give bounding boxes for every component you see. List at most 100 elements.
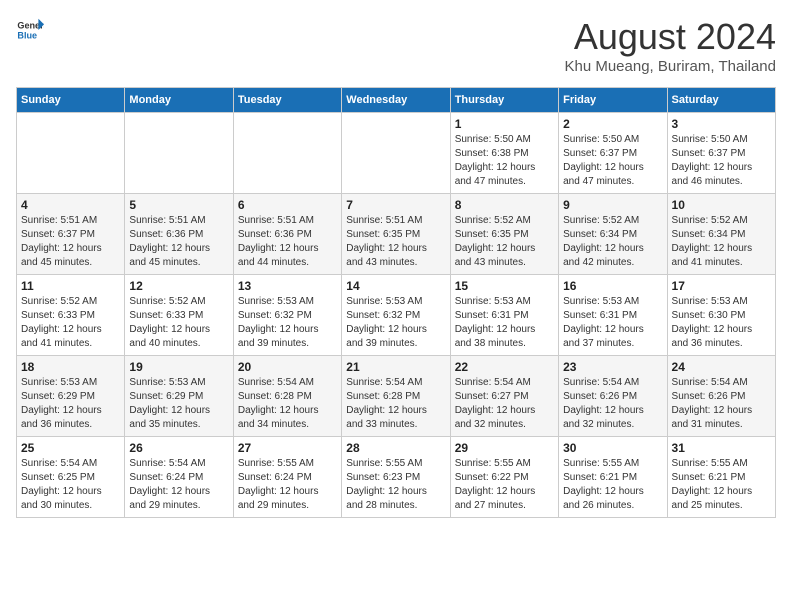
calendar-cell: 28 Sunrise: 5:55 AM Sunset: 6:23 PM Dayli…	[342, 437, 450, 518]
calendar-cell: 27 Sunrise: 5:55 AM Sunset: 6:24 PM Dayli…	[233, 437, 341, 518]
day-number: 31	[672, 441, 771, 455]
calendar-cell: 25 Sunrise: 5:54 AM Sunset: 6:25 PM Dayli…	[17, 437, 125, 518]
calendar-week-row: 4Sunrise: 5:51 AM Sunset: 6:37 PM Daylig…	[17, 194, 776, 275]
calendar-cell: 24 Sunrise: 5:54 AM Sunset: 6:26 PM Dayli…	[667, 356, 775, 437]
day-info: Sunrise: 5:51 AM Sunset: 6:35 PM Dayligh…	[346, 214, 445, 270]
calendar-week-row: 11 Sunrise: 5:52 AM Sunset: 6:33 PM Dayli…	[17, 275, 776, 356]
day-info: Sunrise: 5:53 AM Sunset: 6:31 PM Dayligh…	[563, 295, 662, 351]
weekday-header-sunday: Sunday	[17, 88, 125, 113]
day-number: 20	[238, 360, 337, 374]
calendar-cell: 29 Sunrise: 5:55 AM Sunset: 6:22 PM Dayli…	[450, 437, 558, 518]
day-info: Sunrise: 5:54 AM Sunset: 6:26 PM Dayligh…	[672, 376, 771, 432]
day-number: 10	[672, 198, 771, 212]
day-number: 25	[21, 441, 120, 455]
weekday-header-thursday: Thursday	[450, 88, 558, 113]
day-number: 6	[238, 198, 337, 212]
day-number: 1	[455, 117, 554, 131]
calendar-cell: 23 Sunrise: 5:54 AM Sunset: 6:26 PM Dayli…	[559, 356, 667, 437]
day-info: Sunrise: 5:51 AM Sunset: 6:36 PM Dayligh…	[129, 214, 228, 270]
weekday-header-friday: Friday	[559, 88, 667, 113]
day-number: 3	[672, 117, 771, 131]
calendar-cell: 1 Sunrise: 5:50 AM Sunset: 6:38 PM Daylig…	[450, 113, 558, 194]
day-info: Sunrise: 5:55 AM Sunset: 6:22 PM Dayligh…	[455, 457, 554, 513]
day-number: 9	[563, 198, 662, 212]
day-number: 13	[238, 279, 337, 293]
day-number: 5	[129, 198, 228, 212]
day-number: 11	[21, 279, 120, 293]
page-header: General Blue August 2024 Khu Mueang, Bur…	[16, 16, 776, 75]
day-number: 17	[672, 279, 771, 293]
day-number: 27	[238, 441, 337, 455]
calendar-cell: 8 Sunrise: 5:52 AM Sunset: 6:35 PM Daylig…	[450, 194, 558, 275]
day-number: 8	[455, 198, 554, 212]
day-number: 23	[563, 360, 662, 374]
day-number: 26	[129, 441, 228, 455]
calendar-cell: 3Sunrise: 5:50 AM Sunset: 6:37 PM Daylig…	[667, 113, 775, 194]
weekday-header-monday: Monday	[125, 88, 233, 113]
day-info: Sunrise: 5:52 AM Sunset: 6:33 PM Dayligh…	[21, 295, 120, 351]
calendar-week-row: 25 Sunrise: 5:54 AM Sunset: 6:25 PM Dayli…	[17, 437, 776, 518]
day-info: Sunrise: 5:53 AM Sunset: 6:32 PM Dayligh…	[238, 295, 337, 351]
calendar-cell: 15 Sunrise: 5:53 AM Sunset: 6:31 PM Dayli…	[450, 275, 558, 356]
calendar-cell: 20 Sunrise: 5:54 AM Sunset: 6:28 PM Dayli…	[233, 356, 341, 437]
day-number: 14	[346, 279, 445, 293]
title-block: August 2024 Khu Mueang, Buriram, Thailan…	[564, 16, 776, 75]
day-number: 19	[129, 360, 228, 374]
day-info: Sunrise: 5:54 AM Sunset: 6:28 PM Dayligh…	[346, 376, 445, 432]
calendar-cell: 19 Sunrise: 5:53 AM Sunset: 6:29 PM Dayli…	[125, 356, 233, 437]
day-number: 16	[563, 279, 662, 293]
weekday-header-tuesday: Tuesday	[233, 88, 341, 113]
day-info: Sunrise: 5:51 AM Sunset: 6:36 PM Dayligh…	[238, 214, 337, 270]
day-info: Sunrise: 5:52 AM Sunset: 6:33 PM Dayligh…	[129, 295, 228, 351]
calendar-cell: 6 Sunrise: 5:51 AM Sunset: 6:36 PM Daylig…	[233, 194, 341, 275]
day-info: Sunrise: 5:52 AM Sunset: 6:34 PM Dayligh…	[563, 214, 662, 270]
calendar-cell: 21Sunrise: 5:54 AM Sunset: 6:28 PM Dayli…	[342, 356, 450, 437]
day-number: 2	[563, 117, 662, 131]
calendar-cell	[233, 113, 341, 194]
svg-text:Blue: Blue	[17, 30, 37, 40]
day-info: Sunrise: 5:54 AM Sunset: 6:28 PM Dayligh…	[238, 376, 337, 432]
day-info: Sunrise: 5:55 AM Sunset: 6:24 PM Dayligh…	[238, 457, 337, 513]
day-info: Sunrise: 5:53 AM Sunset: 6:30 PM Dayligh…	[672, 295, 771, 351]
calendar-cell: 30Sunrise: 5:55 AM Sunset: 6:21 PM Dayli…	[559, 437, 667, 518]
calendar-cell: 10 Sunrise: 5:52 AM Sunset: 6:34 PM Dayli…	[667, 194, 775, 275]
day-info: Sunrise: 5:54 AM Sunset: 6:27 PM Dayligh…	[455, 376, 554, 432]
calendar-cell: 7 Sunrise: 5:51 AM Sunset: 6:35 PM Daylig…	[342, 194, 450, 275]
day-number: 29	[455, 441, 554, 455]
calendar-cell	[17, 113, 125, 194]
calendar-cell: 26 Sunrise: 5:54 AM Sunset: 6:24 PM Dayli…	[125, 437, 233, 518]
day-number: 24	[672, 360, 771, 374]
day-info: Sunrise: 5:54 AM Sunset: 6:25 PM Dayligh…	[21, 457, 120, 513]
calendar-cell	[125, 113, 233, 194]
calendar-cell: 9 Sunrise: 5:52 AM Sunset: 6:34 PM Daylig…	[559, 194, 667, 275]
calendar-cell: 22 Sunrise: 5:54 AM Sunset: 6:27 PM Dayli…	[450, 356, 558, 437]
day-info: Sunrise: 5:50 AM Sunset: 6:38 PM Dayligh…	[455, 133, 554, 189]
location-title: Khu Mueang, Buriram, Thailand	[564, 58, 776, 75]
calendar-table: SundayMondayTuesdayWednesdayThursdayFrid…	[16, 87, 776, 518]
calendar-cell: 5 Sunrise: 5:51 AM Sunset: 6:36 PM Daylig…	[125, 194, 233, 275]
day-info: Sunrise: 5:52 AM Sunset: 6:34 PM Dayligh…	[672, 214, 771, 270]
day-number: 18	[21, 360, 120, 374]
day-info: Sunrise: 5:54 AM Sunset: 6:26 PM Dayligh…	[563, 376, 662, 432]
day-info: Sunrise: 5:53 AM Sunset: 6:29 PM Dayligh…	[129, 376, 228, 432]
day-info: Sunrise: 5:53 AM Sunset: 6:31 PM Dayligh…	[455, 295, 554, 351]
calendar-cell: 11 Sunrise: 5:52 AM Sunset: 6:33 PM Dayli…	[17, 275, 125, 356]
day-info: Sunrise: 5:55 AM Sunset: 6:23 PM Dayligh…	[346, 457, 445, 513]
day-number: 15	[455, 279, 554, 293]
day-number: 28	[346, 441, 445, 455]
logo-icon: General Blue	[16, 16, 44, 44]
day-number: 7	[346, 198, 445, 212]
day-number: 22	[455, 360, 554, 374]
calendar-cell: 13 Sunrise: 5:53 AM Sunset: 6:32 PM Dayli…	[233, 275, 341, 356]
day-number: 4	[21, 198, 120, 212]
weekday-header-saturday: Saturday	[667, 88, 775, 113]
weekday-header-row: SundayMondayTuesdayWednesdayThursdayFrid…	[17, 88, 776, 113]
day-info: Sunrise: 5:54 AM Sunset: 6:24 PM Dayligh…	[129, 457, 228, 513]
day-info: Sunrise: 5:52 AM Sunset: 6:35 PM Dayligh…	[455, 214, 554, 270]
calendar-week-row: 18 Sunrise: 5:53 AM Sunset: 6:29 PM Dayli…	[17, 356, 776, 437]
day-number: 12	[129, 279, 228, 293]
day-info: Sunrise: 5:53 AM Sunset: 6:29 PM Dayligh…	[21, 376, 120, 432]
day-info: Sunrise: 5:53 AM Sunset: 6:32 PM Dayligh…	[346, 295, 445, 351]
calendar-week-row: 1 Sunrise: 5:50 AM Sunset: 6:38 PM Daylig…	[17, 113, 776, 194]
calendar-cell: 2Sunrise: 5:50 AM Sunset: 6:37 PM Daylig…	[559, 113, 667, 194]
